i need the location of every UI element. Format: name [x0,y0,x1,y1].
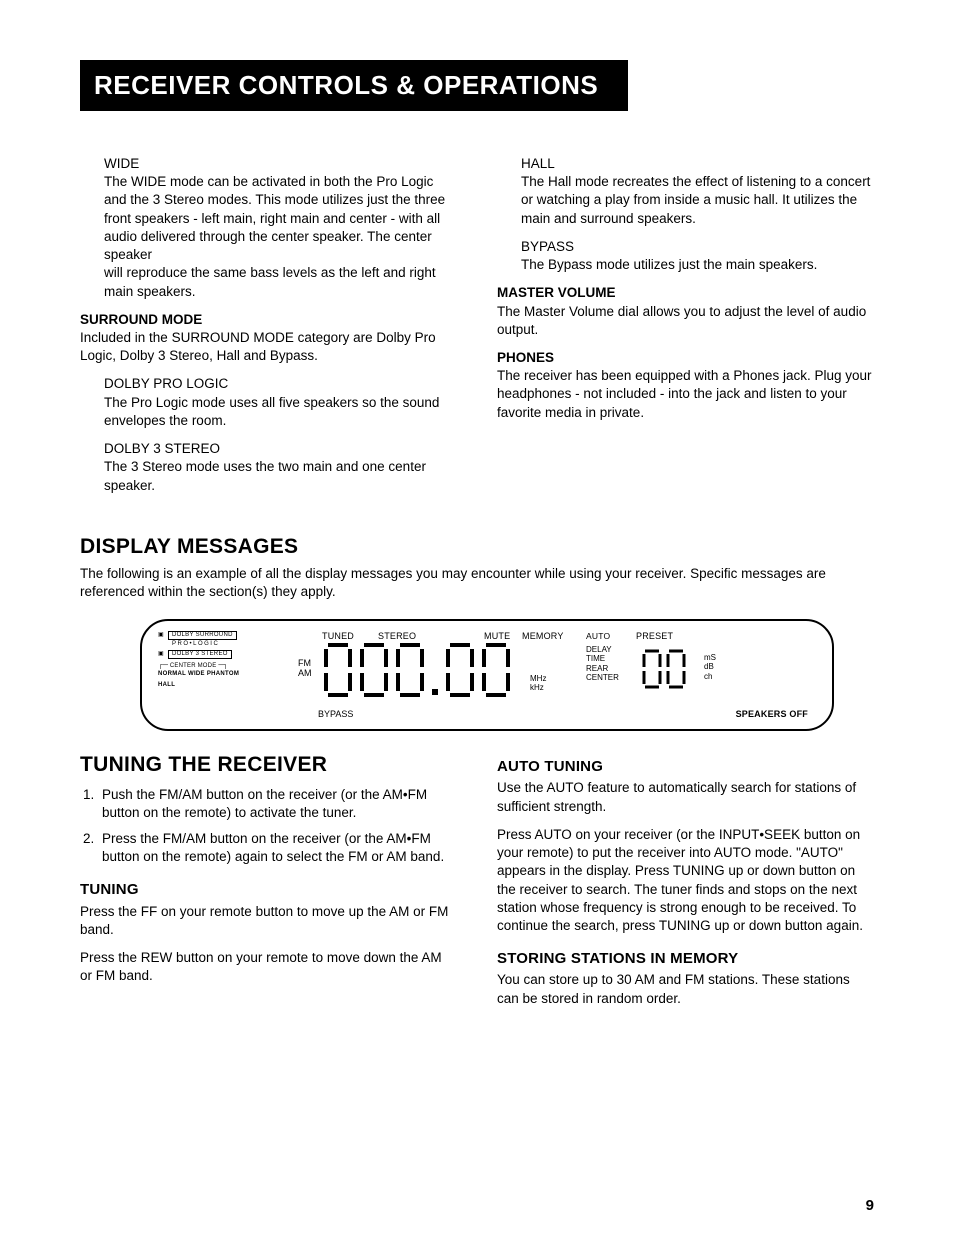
auto-tuning-body-1: Use the AUTO feature to automatically se… [497,779,874,815]
segment-digit-icon [324,643,352,697]
display-messages-heading: DISPLAY MESSAGES [80,535,874,559]
dolby-3-stereo-box: DOLBY 3 STEREO [168,650,232,659]
prologic-label: DOLBY PRO LOGIC [104,375,457,393]
tuned-label: TUNED [322,631,354,641]
mute-label: MUTE [484,631,510,641]
page-title-bar: RECEIVER CONTROLS & OPERATIONS [80,60,628,111]
auto-label: AUTO [586,631,610,641]
wide-label: WIDE [104,155,457,173]
hall-block: HALL The Hall mode recreates the effect … [521,155,874,274]
tuning-body-1: Press the FF on your remote button to mo… [80,903,457,939]
seven-segment-digits [324,643,510,697]
master-volume-body: The Master Volume dial allows you to adj… [497,303,874,339]
segment-digit-small-icon [666,649,686,689]
wide-block: WIDE The WIDE mode can be activated in b… [104,155,457,301]
preset-label: PRESET [636,631,673,641]
dolby-surround-box: DOLBY SURROUND [168,631,237,640]
surround-mode-label: SURROUND MODE [80,311,457,329]
prologic-body: The Pro Logic mode uses all five speaker… [104,394,457,430]
am-label: AM [298,669,312,679]
bypass-label: BYPASS [521,238,874,256]
phones-label: PHONES [497,349,874,367]
d3stereo-body: The 3 Stereo mode uses the two main and … [104,458,457,494]
stereo-label: STEREO [378,631,416,641]
center-mode-options: NORMAL WIDE PHANTOM [158,671,239,678]
document-page: RECEIVER CONTROLS & OPERATIONS WIDE The … [0,0,954,1240]
auto-tuning-heading: AUTO TUNING [497,757,874,777]
delay-label: DELAY [586,645,619,654]
tuning-step-2: Press the FM/AM button on the receiver (… [98,830,457,866]
right-column: HALL The Hall mode recreates the effect … [497,145,874,505]
hall-body: The Hall mode recreates the effect of li… [521,173,874,228]
fm-am-labels: FM AM [298,659,312,679]
lower-columns: TUNING THE RECEIVER Push the FM/AM butto… [80,751,874,1018]
phones-body: The receiver has been equipped with a Ph… [497,367,874,422]
segment-digit-icon [360,643,388,697]
prologic-label-small: PRO•LOGIC [158,641,239,648]
segment-digit-small-icon [642,649,662,689]
tuning-right-column: AUTO TUNING Use the AUTO feature to auto… [497,751,874,1018]
display-left-stack: ▣ DOLBY SURROUND PRO•LOGIC ▣ DOLBY 3 STE… [158,631,239,690]
tuning-receiver-heading: TUNING THE RECEIVER [80,751,457,779]
bypass-body: The Bypass mode utilizes just the main s… [521,256,874,274]
storing-body: You can store up to 30 AM and FM station… [497,971,874,1007]
auto-tuning-body-2: Press AUTO on your receiver (or the INPU… [497,826,874,935]
time-label: TIME [586,654,619,663]
center-mode-label: CENTER MODE [170,663,217,670]
tuning-body-2: Press the REW button on your remote to m… [80,949,457,985]
segment-digit-icon [396,643,424,697]
rear-label: REAR [586,664,619,673]
khz-label: kHz [530,684,546,693]
ch-label: ch [704,672,716,681]
tuning-subheading: TUNING [80,880,457,900]
hall-label-small: HALL [158,682,239,689]
right-stack-labels: DELAY TIME REAR CENTER [586,645,619,682]
center-label: CENTER [586,673,619,682]
decimal-dot-icon [432,689,438,695]
tuning-steps: Push the FM/AM button on the receiver (o… [80,786,457,867]
page-number: 9 [866,1197,874,1214]
ms-label: mS [704,653,716,662]
small-seven-segment [642,649,686,689]
prologic-block: DOLBY PRO LOGIC The Pro Logic mode uses … [104,375,457,494]
surround-mode-body: Included in the SURROUND MODE category a… [80,329,457,365]
hall-label: HALL [521,155,874,173]
receiver-display-diagram: ▣ DOLBY SURROUND PRO•LOGIC ▣ DOLBY 3 STE… [140,619,834,731]
storing-heading: STORING STATIONS IN MEMORY [497,949,874,969]
frequency-units: MHz kHz [530,675,546,693]
upper-columns: WIDE The WIDE mode can be activated in b… [80,145,874,505]
segment-digit-icon [482,643,510,697]
left-column: WIDE The WIDE mode can be activated in b… [80,145,457,505]
memory-label: MEMORY [522,631,564,641]
wide-body-2: will reproduce the same bass levels as t… [104,264,457,300]
tuning-step-1: Push the FM/AM button on the receiver (o… [98,786,457,822]
speakers-off-label: SPEAKERS OFF [736,709,808,719]
wide-body-1: The WIDE mode can be activated in both t… [104,173,457,264]
master-volume-label: MASTER VOLUME [497,284,874,302]
bypass-label-small: BYPASS [318,709,353,719]
db-label: dB [704,662,716,671]
unit-labels: mS dB ch [704,653,716,681]
d3stereo-label: DOLBY 3 STEREO [104,440,457,458]
tuning-left-column: TUNING THE RECEIVER Push the FM/AM butto… [80,751,457,1018]
display-messages-intro: The following is an example of all the d… [80,565,874,601]
segment-digit-icon [446,643,474,697]
